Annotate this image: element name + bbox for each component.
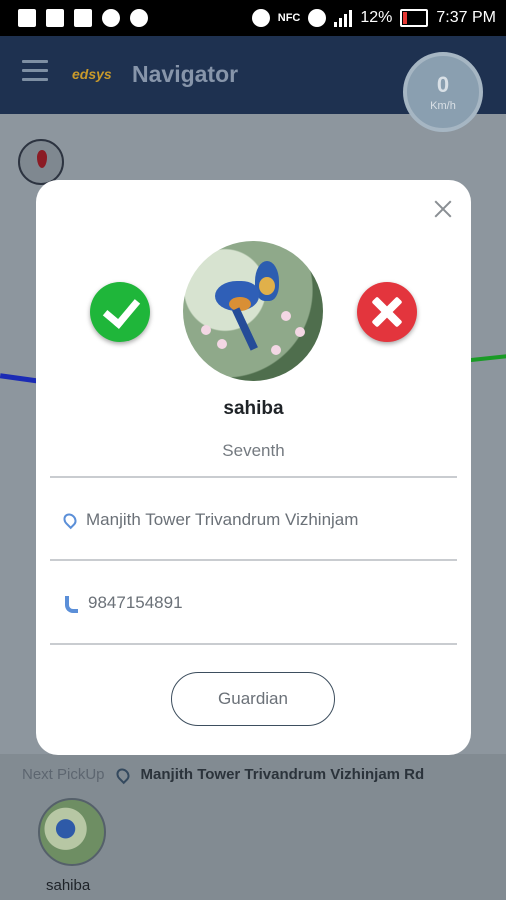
signal-icon [334,9,353,27]
bird-shape-2 [215,281,259,311]
brand-logo: edsys [72,66,112,82]
blossom-shape [217,339,227,349]
divider [50,476,457,478]
address-row: Manjith Tower Trivandrum Vizhinjam [60,510,359,530]
student-avatar[interactable] [38,798,106,866]
page-title: Navigator [132,61,239,87]
next-pickup-label: Next PickUp [22,766,105,783]
guardian-button[interactable]: Guardian [171,672,335,726]
blossom-shape [271,345,281,355]
accept-button[interactable] [90,282,150,342]
speed-value: 0 [436,72,450,97]
blossom-shape [281,311,291,321]
speedometer: 0 Km/h [403,52,483,132]
location-pin-icon [60,510,80,530]
phone-icon [64,596,78,613]
next-pickup-panel: Next PickUp Manjith Tower Trivandrum Viz… [0,754,506,900]
menu-icon[interactable] [22,60,48,82]
location-pin-icon [113,765,132,784]
address-text: Manjith Tower Trivandrum Vizhinjam [86,510,359,529]
student-name: sahiba [223,398,284,419]
blossom-shape [295,327,305,337]
divider [50,559,457,561]
compass-icon[interactable] [18,139,64,185]
blossom-shape [201,325,211,335]
battery-icon [400,9,429,27]
alert-icon [18,9,36,27]
video-icon [46,9,64,27]
location-icon [251,9,270,27]
divider [50,643,457,645]
student-class: Seventh [222,441,285,460]
whatsapp-icon [102,9,120,27]
wifi-icon [308,9,327,27]
video-icon-2 [74,9,92,27]
clock: 7:37 PM [436,9,496,26]
close-icon[interactable] [432,198,454,220]
bird-tail-shape [232,307,258,351]
next-pickup-address: Manjith Tower Trivandrum Vizhinjam Rd [140,766,425,783]
phone-number[interactable]: 9847154891 [88,593,183,613]
weather-icon [130,9,148,27]
speed-unit: Km/h [430,100,456,112]
student-name: sahiba [46,877,91,894]
battery-percent: 12% [360,9,393,26]
student-photo [183,241,323,381]
status-bar: NFC 12% 7:37 PM [0,0,506,36]
student-dialog: sahiba Seventh Manjith Tower Trivandrum … [36,180,471,755]
nfc-indicator: NFC [277,12,301,24]
reject-button[interactable] [357,282,417,342]
phone-row[interactable]: 9847154891 [64,593,183,613]
